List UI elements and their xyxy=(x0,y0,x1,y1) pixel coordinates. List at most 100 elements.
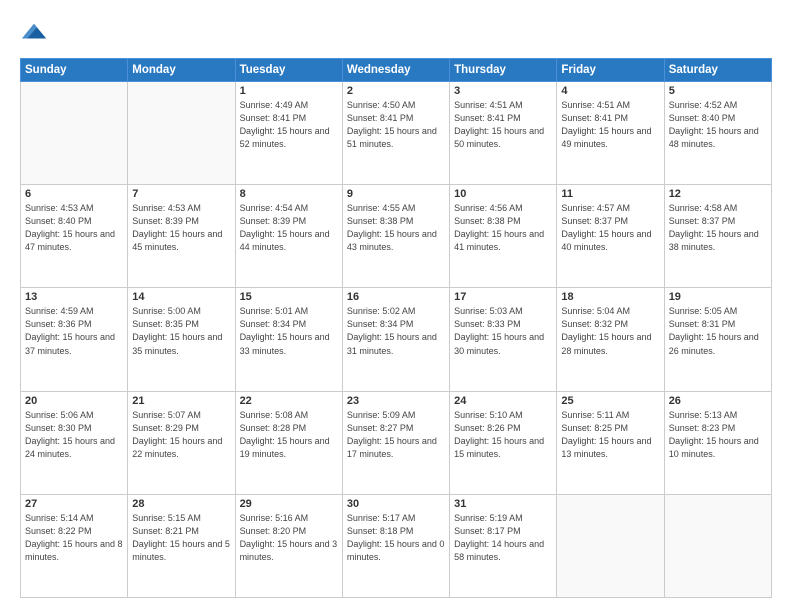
day-number: 15 xyxy=(240,291,338,303)
calendar-cell: 17 Sunrise: 5:03 AM Sunset: 8:33 PM Dayli… xyxy=(450,288,557,391)
calendar-cell xyxy=(128,82,235,185)
header xyxy=(20,18,772,48)
calendar-cell: 31 Sunrise: 5:19 AM Sunset: 8:17 PM Dayli… xyxy=(450,494,557,597)
day-number: 29 xyxy=(240,498,338,510)
col-monday: Monday xyxy=(128,59,235,82)
day-number: 13 xyxy=(25,291,123,303)
calendar-cell: 8 Sunrise: 4:54 AM Sunset: 8:39 PM Daylig… xyxy=(235,185,342,288)
calendar-cell xyxy=(21,82,128,185)
calendar-cell: 5 Sunrise: 4:52 AM Sunset: 8:40 PM Daylig… xyxy=(664,82,771,185)
calendar-cell: 23 Sunrise: 5:09 AM Sunset: 8:27 PM Dayli… xyxy=(342,391,449,494)
day-detail: Sunrise: 4:53 AM Sunset: 8:39 PM Dayligh… xyxy=(132,202,230,254)
day-detail: Sunrise: 5:16 AM Sunset: 8:20 PM Dayligh… xyxy=(240,512,338,564)
calendar-cell: 16 Sunrise: 5:02 AM Sunset: 8:34 PM Dayli… xyxy=(342,288,449,391)
day-number: 3 xyxy=(454,85,552,97)
calendar-cell: 22Sunrise: 5:08 AM Sunset: 8:28 PM Dayli… xyxy=(235,391,342,494)
day-detail: Sunrise: 4:51 AM Sunset: 8:41 PM Dayligh… xyxy=(454,99,552,151)
day-number: 31 xyxy=(454,498,552,510)
day-number: 10 xyxy=(454,188,552,200)
calendar-cell: 15 Sunrise: 5:01 AM Sunset: 8:34 PM Dayli… xyxy=(235,288,342,391)
day-detail: Sunrise: 4:57 AM Sunset: 8:37 PM Dayligh… xyxy=(561,202,659,254)
day-number: 18 xyxy=(561,291,659,303)
calendar-cell: 21 Sunrise: 5:07 AM Sunset: 8:29 PM Dayli… xyxy=(128,391,235,494)
day-number: 11 xyxy=(561,188,659,200)
day-detail: Sunrise: 5:17 AM Sunset: 8:18 PM Dayligh… xyxy=(347,512,445,564)
day-number: 9 xyxy=(347,188,445,200)
day-detail: Sunrise: 5:05 AM Sunset: 8:31 PM Dayligh… xyxy=(669,305,767,357)
day-number: 28 xyxy=(132,498,230,510)
day-detail: Sunrise: 4:51 AM Sunset: 8:41 PM Dayligh… xyxy=(561,99,659,151)
calendar-cell: 6 Sunrise: 4:53 AM Sunset: 8:40 PM Daylig… xyxy=(21,185,128,288)
calendar-cell: 10 Sunrise: 4:56 AM Sunset: 8:38 PM Dayli… xyxy=(450,185,557,288)
col-friday: Friday xyxy=(557,59,664,82)
day-number: 1 xyxy=(240,85,338,97)
calendar-cell: 24Sunrise: 5:10 AM Sunset: 8:26 PM Dayli… xyxy=(450,391,557,494)
day-number: 4 xyxy=(561,85,659,97)
day-detail: Sunrise: 4:53 AM Sunset: 8:40 PM Dayligh… xyxy=(25,202,123,254)
calendar-cell: 11 Sunrise: 4:57 AM Sunset: 8:37 PM Dayli… xyxy=(557,185,664,288)
day-number: 5 xyxy=(669,85,767,97)
calendar-cell: 1 Sunrise: 4:49 AM Sunset: 8:41 PM Daylig… xyxy=(235,82,342,185)
day-detail: Sunrise: 5:19 AM Sunset: 8:17 PM Dayligh… xyxy=(454,512,552,564)
col-thursday: Thursday xyxy=(450,59,557,82)
calendar-cell xyxy=(557,494,664,597)
calendar-cell: 25 Sunrise: 5:11 AM Sunset: 8:25 PM Dayli… xyxy=(557,391,664,494)
logo-icon xyxy=(20,18,48,46)
day-detail: Sunrise: 5:15 AM Sunset: 8:21 PM Dayligh… xyxy=(132,512,230,564)
day-detail: Sunrise: 4:49 AM Sunset: 8:41 PM Dayligh… xyxy=(240,99,338,151)
calendar-cell: 18Sunrise: 5:04 AM Sunset: 8:32 PM Dayli… xyxy=(557,288,664,391)
calendar-table: Sunday Monday Tuesday Wednesday Thursday… xyxy=(20,58,772,598)
calendar-cell: 9 Sunrise: 4:55 AM Sunset: 8:38 PM Daylig… xyxy=(342,185,449,288)
calendar-cell: 14 Sunrise: 5:00 AM Sunset: 8:35 PM Dayli… xyxy=(128,288,235,391)
day-detail: Sunrise: 4:58 AM Sunset: 8:37 PM Dayligh… xyxy=(669,202,767,254)
calendar-cell xyxy=(664,494,771,597)
calendar-cell: 29 Sunrise: 5:16 AM Sunset: 8:20 PM Dayli… xyxy=(235,494,342,597)
calendar-week-row: 6 Sunrise: 4:53 AM Sunset: 8:40 PM Daylig… xyxy=(21,185,772,288)
day-number: 20 xyxy=(25,395,123,407)
calendar-cell: 4 Sunrise: 4:51 AM Sunset: 8:41 PM Daylig… xyxy=(557,82,664,185)
col-saturday: Saturday xyxy=(664,59,771,82)
day-detail: Sunrise: 4:50 AM Sunset: 8:41 PM Dayligh… xyxy=(347,99,445,151)
day-detail: Sunrise: 5:14 AM Sunset: 8:22 PM Dayligh… xyxy=(25,512,123,564)
calendar-cell: 3 Sunrise: 4:51 AM Sunset: 8:41 PM Daylig… xyxy=(450,82,557,185)
calendar-week-row: 1 Sunrise: 4:49 AM Sunset: 8:41 PM Daylig… xyxy=(21,82,772,185)
day-number: 6 xyxy=(25,188,123,200)
calendar-cell: 27 Sunrise: 5:14 AM Sunset: 8:22 PM Dayli… xyxy=(21,494,128,597)
day-number: 22 xyxy=(240,395,338,407)
day-detail: Sunrise: 4:52 AM Sunset: 8:40 PM Dayligh… xyxy=(669,99,767,151)
day-detail: Sunrise: 4:59 AM Sunset: 8:36 PM Dayligh… xyxy=(25,305,123,357)
day-detail: Sunrise: 4:54 AM Sunset: 8:39 PM Dayligh… xyxy=(240,202,338,254)
calendar-week-row: 27 Sunrise: 5:14 AM Sunset: 8:22 PM Dayli… xyxy=(21,494,772,597)
day-number: 25 xyxy=(561,395,659,407)
calendar-cell: 30 Sunrise: 5:17 AM Sunset: 8:18 PM Dayli… xyxy=(342,494,449,597)
calendar-cell: 2 Sunrise: 4:50 AM Sunset: 8:41 PM Daylig… xyxy=(342,82,449,185)
day-number: 30 xyxy=(347,498,445,510)
calendar-week-row: 13 Sunrise: 4:59 AM Sunset: 8:36 PM Dayli… xyxy=(21,288,772,391)
calendar-header-row: Sunday Monday Tuesday Wednesday Thursday… xyxy=(21,59,772,82)
day-number: 19 xyxy=(669,291,767,303)
day-number: 17 xyxy=(454,291,552,303)
day-detail: Sunrise: 5:02 AM Sunset: 8:34 PM Dayligh… xyxy=(347,305,445,357)
day-number: 24 xyxy=(454,395,552,407)
day-number: 8 xyxy=(240,188,338,200)
day-detail: Sunrise: 5:11 AM Sunset: 8:25 PM Dayligh… xyxy=(561,409,659,461)
logo xyxy=(20,18,50,48)
day-number: 21 xyxy=(132,395,230,407)
calendar-cell: 28 Sunrise: 5:15 AM Sunset: 8:21 PM Dayli… xyxy=(128,494,235,597)
page: Sunday Monday Tuesday Wednesday Thursday… xyxy=(0,0,792,612)
day-number: 2 xyxy=(347,85,445,97)
day-detail: Sunrise: 5:03 AM Sunset: 8:33 PM Dayligh… xyxy=(454,305,552,357)
day-number: 14 xyxy=(132,291,230,303)
day-detail: Sunrise: 5:09 AM Sunset: 8:27 PM Dayligh… xyxy=(347,409,445,461)
day-detail: Sunrise: 5:00 AM Sunset: 8:35 PM Dayligh… xyxy=(132,305,230,357)
calendar-cell: 7 Sunrise: 4:53 AM Sunset: 8:39 PM Daylig… xyxy=(128,185,235,288)
day-number: 7 xyxy=(132,188,230,200)
day-detail: Sunrise: 4:55 AM Sunset: 8:38 PM Dayligh… xyxy=(347,202,445,254)
day-number: 27 xyxy=(25,498,123,510)
col-wednesday: Wednesday xyxy=(342,59,449,82)
day-number: 23 xyxy=(347,395,445,407)
day-number: 16 xyxy=(347,291,445,303)
day-detail: Sunrise: 5:07 AM Sunset: 8:29 PM Dayligh… xyxy=(132,409,230,461)
day-detail: Sunrise: 5:01 AM Sunset: 8:34 PM Dayligh… xyxy=(240,305,338,357)
day-detail: Sunrise: 4:56 AM Sunset: 8:38 PM Dayligh… xyxy=(454,202,552,254)
